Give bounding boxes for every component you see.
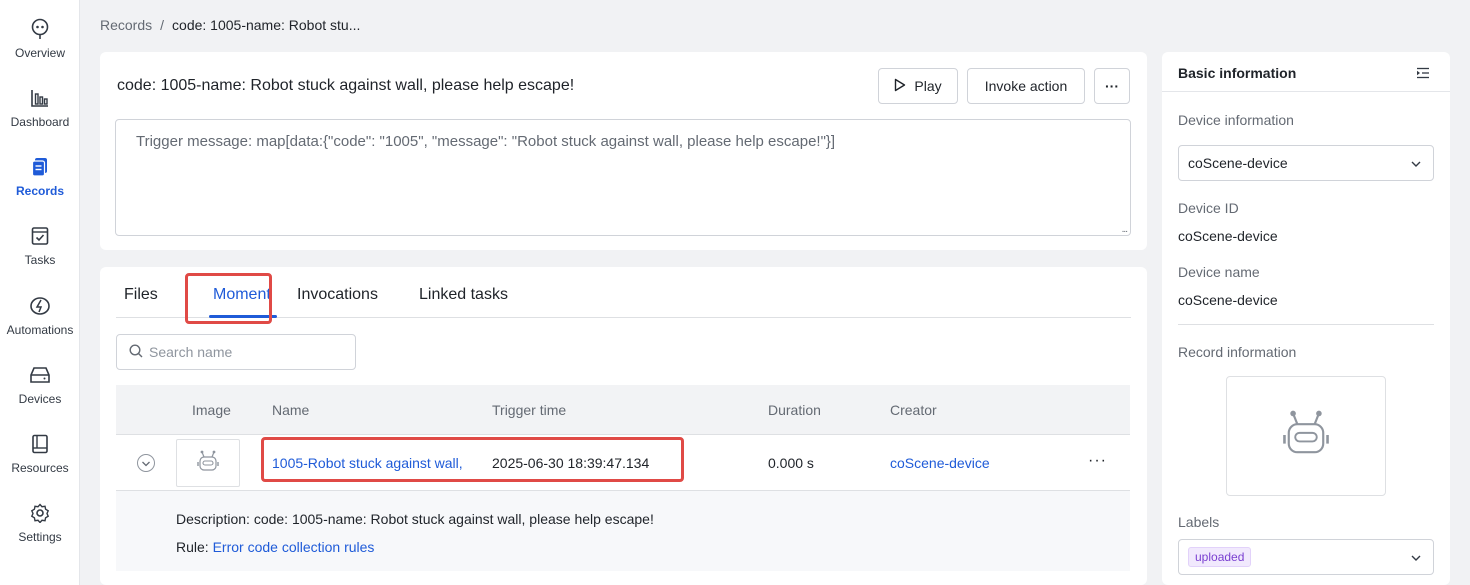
device-id-link[interactable]: coScene-device (1178, 228, 1278, 244)
column-header-creator: Creator (890, 402, 937, 418)
label-tag: uploaded (1188, 547, 1252, 567)
column-header-image: Image (192, 402, 231, 418)
description-text: code: 1005-name: Robot stuck against wal… (253, 511, 654, 527)
nav-label: Tasks (24, 253, 56, 267)
rule-line: Rule: Error code collection rules (176, 539, 374, 555)
creator-link[interactable]: coScene-device (890, 455, 990, 471)
row-expand-button[interactable] (137, 454, 155, 472)
nav-devices[interactable]: Devices (0, 358, 80, 418)
table-header: Image Name Trigger time Duration Creator (116, 385, 1130, 435)
search-box[interactable] (116, 334, 356, 370)
column-header-trigger-time: Trigger time (492, 402, 567, 418)
more-actions-button[interactable]: ··· (1094, 68, 1130, 104)
tab-bar: Files Moment Invocations Linked tasks (116, 267, 1131, 318)
dashboard-icon (29, 87, 51, 109)
robot-icon (195, 449, 221, 478)
nav-resources[interactable]: Resources (0, 427, 80, 487)
rule-link[interactable]: Error code collection rules (213, 539, 375, 555)
record-thumbnail[interactable] (1226, 376, 1386, 496)
trigger-message-text: Trigger message: map[data:{"code": "1005… (136, 133, 836, 150)
more-icon: ··· (1105, 78, 1119, 94)
device-name-value: coScene-device (1178, 292, 1278, 308)
record-title: code: 1005-name: Robot stuck against wal… (117, 77, 575, 94)
active-tab-indicator (209, 315, 277, 318)
breadcrumb-current: code: 1005-name: Robot stu... (172, 17, 361, 33)
collapse-panel-icon[interactable] (1416, 66, 1430, 82)
panel-header: Basic information (1162, 52, 1450, 92)
column-header-name: Name (272, 402, 310, 418)
resize-handle-icon[interactable]: ... (1122, 224, 1128, 235)
nav-automations[interactable]: Automations (0, 289, 80, 349)
description-line: Description: code: 1005-name: Robot stuc… (176, 511, 654, 527)
play-button-label: Play (914, 78, 942, 94)
duration-cell: 0.000 s (768, 455, 814, 471)
tab-moment[interactable]: Moment (213, 286, 271, 304)
automations-icon (29, 295, 51, 317)
robot-icon (1278, 407, 1334, 466)
search-icon (129, 343, 143, 361)
tab-files[interactable]: Files (124, 286, 158, 304)
basic-information-panel: Basic information Device information coS… (1162, 52, 1450, 585)
chevron-down-icon (141, 455, 151, 471)
nav-label: Dashboard (10, 115, 70, 129)
device-name-label: Device name (1178, 264, 1260, 280)
play-icon (894, 78, 906, 95)
device-information-label: Device information (1178, 112, 1294, 128)
nav-dashboard[interactable]: Dashboard (0, 81, 80, 141)
play-button[interactable]: Play (878, 68, 958, 104)
panel-title: Basic information (1178, 65, 1297, 81)
nav-overview[interactable]: Overview (0, 12, 80, 72)
nav-label: Overview (14, 46, 65, 60)
invoke-action-label: Invoke action (984, 78, 1068, 94)
settings-icon (29, 502, 51, 524)
nav-label: Settings (18, 530, 62, 544)
rule-label: Rule: (176, 539, 209, 555)
moment-name-link[interactable]: 1005-Robot stuck against wall, (272, 455, 463, 471)
nav-label: Resources (11, 461, 69, 475)
chevron-down-icon (1410, 551, 1422, 567)
description-label: Description: (176, 511, 250, 527)
trigger-message-textarea[interactable]: Trigger message: map[data:{"code": "1005… (115, 119, 1131, 236)
labels-label: Labels (1178, 514, 1220, 530)
breadcrumb-root[interactable]: Records (100, 17, 152, 33)
nav-records[interactable]: Records (0, 150, 80, 210)
nav-label: Devices (18, 392, 62, 406)
breadcrumb-separator: / (160, 17, 165, 33)
chevron-down-icon (1410, 157, 1422, 173)
row-more-button[interactable]: ··· (1088, 453, 1107, 469)
trigger-time-cell: 2025-06-30 18:39:47.134 (492, 455, 650, 471)
record-header-card: code: 1005-name: Robot stuck against wal… (100, 52, 1147, 250)
search-input[interactable] (149, 344, 339, 360)
records-icon (29, 156, 51, 178)
table-row: 1005-Robot stuck against wall, 2025-06-3… (116, 435, 1130, 491)
tab-invocations[interactable]: Invocations (297, 286, 378, 304)
column-header-duration: Duration (768, 402, 821, 418)
labels-select[interactable]: uploaded (1178, 539, 1434, 575)
nav-label: Automations (6, 323, 74, 337)
nav-settings[interactable]: Settings (0, 496, 80, 556)
devices-icon (29, 364, 51, 386)
moments-table: Image Name Trigger time Duration Creator… (116, 385, 1130, 571)
device-id-label: Device ID (1178, 200, 1239, 216)
nav-tasks[interactable]: Tasks (0, 219, 80, 279)
section-divider (1178, 324, 1434, 325)
record-information-label: Record information (1178, 344, 1297, 360)
tasks-icon (29, 225, 51, 247)
left-nav: Overview Dashboard Records Tasks Automat… (0, 0, 80, 585)
invoke-action-button[interactable]: Invoke action (967, 68, 1085, 104)
row-detail-panel: Description: code: 1005-name: Robot stuc… (116, 491, 1130, 571)
breadcrumb: Records / code: 1005-name: Robot stu... (100, 17, 360, 33)
overview-icon (29, 18, 51, 40)
resources-icon (29, 433, 51, 455)
record-content-card: Files Moment Invocations Linked tasks Im… (100, 267, 1147, 585)
moment-thumbnail[interactable] (176, 439, 240, 487)
device-select-value: coScene-device (1188, 155, 1288, 171)
device-select[interactable]: coScene-device (1178, 145, 1434, 181)
nav-label: Records (15, 184, 65, 198)
tab-linked-tasks[interactable]: Linked tasks (419, 286, 508, 304)
